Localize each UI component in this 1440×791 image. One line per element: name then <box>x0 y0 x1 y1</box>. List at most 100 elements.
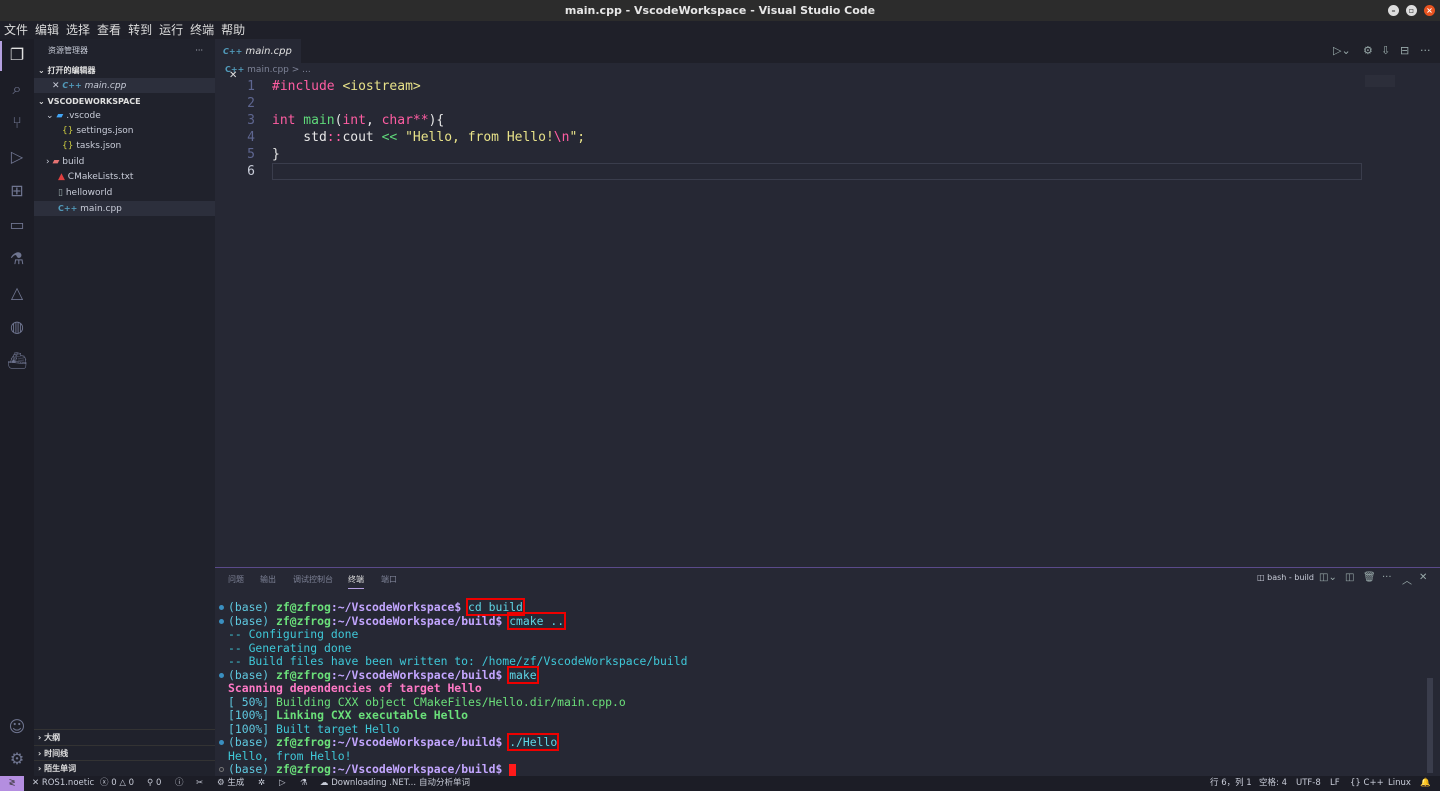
remote-explorer-icon[interactable]: ▭ <box>7 215 27 235</box>
command-decoration-icon[interactable] <box>219 740 224 745</box>
breadcrumb[interactable]: C++ main.cpp > ... <box>225 65 311 75</box>
tree-item-vscode[interactable]: ⌄ ▰ .vscode <box>34 109 215 124</box>
menu-file[interactable]: 文件 <box>4 21 28 39</box>
tab-debug-console[interactable]: 调试控制台 <box>293 574 333 585</box>
line-number: 1 <box>235 79 255 94</box>
minimize-button[interactable]: – <box>1388 5 1399 16</box>
terminal-output[interactable]: (base) zf@zfrog:~/VscodeWorkspace$ cd bu… <box>215 600 1425 775</box>
command-decoration-icon[interactable] <box>219 619 224 624</box>
encoding[interactable]: UTF-8 <box>1296 776 1321 791</box>
tools-icon[interactable]: ✂ <box>196 776 203 791</box>
maximize-button[interactable]: ▫ <box>1406 5 1417 16</box>
menu-go[interactable]: 转到 <box>128 21 152 39</box>
language-mode[interactable]: {} C++ <box>1350 776 1384 791</box>
remote-indicator-icon[interactable]: ≷ <box>0 776 24 791</box>
terminal-line: Scanning dependencies of target Hello <box>228 682 482 696</box>
menu-help[interactable]: 帮助 <box>221 21 245 39</box>
command-decoration-icon[interactable] <box>219 767 224 772</box>
code-line-5[interactable]: } <box>272 147 280 162</box>
more-actions-icon[interactable]: ··· <box>1382 572 1392 583</box>
ros-status[interactable]: ✕ ROS1.noetic <box>32 776 94 791</box>
tab-problems[interactable]: 问题 <box>228 574 244 585</box>
maximize-panel-icon[interactable]: ︿ <box>1402 572 1412 587</box>
problems-status[interactable]: ⓧ 0 △ 0 <box>100 776 134 791</box>
more-actions-icon[interactable]: ··· <box>195 43 203 58</box>
open-editors-section[interactable]: ⌄ 打开的编辑器 <box>34 63 215 78</box>
split-editor-icon[interactable]: ⊟ <box>1400 44 1409 57</box>
menu-bar: 文件 编辑 选择 查看 转到 运行 终端 帮助 <box>0 21 1440 39</box>
tree-item-cmakelists[interactable]: ▲ CMakeLists.txt <box>34 170 215 185</box>
command-decoration-icon[interactable] <box>219 605 224 610</box>
terminal-scrollbar[interactable] <box>1427 678 1433 773</box>
menu-view[interactable]: 查看 <box>97 21 121 39</box>
workspace-section[interactable]: ⌄ VSCODEWORKSPACE <box>34 94 215 109</box>
close-icon[interactable]: ✕ <box>52 81 60 91</box>
tab-output[interactable]: 输出 <box>260 574 276 585</box>
settings-icon[interactable]: ⚙ <box>1363 44 1373 57</box>
trash-icon[interactable]: 🗑 <box>1363 572 1376 583</box>
platform[interactable]: Linux <box>1388 776 1411 791</box>
docker-icon[interactable]: ⛴ <box>7 351 27 371</box>
minimap[interactable] <box>1365 75 1395 87</box>
info-icon[interactable]: ⓘ <box>175 776 184 791</box>
tree-item-build[interactable]: › ▰ build <box>34 155 215 170</box>
search-icon[interactable]: ⌕ <box>7 79 27 99</box>
tab-terminal[interactable]: 终端 <box>348 574 364 589</box>
line-number: 2 <box>235 96 255 111</box>
menu-selection[interactable]: 选择 <box>66 21 90 39</box>
tree-item-helloworld[interactable]: ▯ helloworld <box>34 186 215 201</box>
menu-edit[interactable]: 编辑 <box>35 21 59 39</box>
tree-item-main-cpp[interactable]: C++ main.cpp <box>34 201 215 216</box>
tab-main-cpp[interactable]: C++ main.cpp ✕ <box>215 39 301 63</box>
build-icon[interactable]: ⇩ <box>1381 44 1390 57</box>
tab-ports[interactable]: 端口 <box>381 574 397 585</box>
cmake-icon[interactable]: △ <box>7 283 27 303</box>
highlighted-command: cd build <box>468 600 523 614</box>
debug-icon[interactable]: ✲ <box>258 776 265 791</box>
notifications-bell-icon[interactable]: 🔔 <box>1420 776 1431 791</box>
new-terminal-icon[interactable]: ◫⌄ <box>1319 572 1337 583</box>
outline-section[interactable]: › 大纲 <box>34 729 215 744</box>
cursor-position[interactable]: 行 6，列 1 <box>1210 776 1252 791</box>
command-decoration-icon[interactable] <box>219 673 224 678</box>
terminal-text: [100%] <box>228 722 276 736</box>
tree-item-tasks-json[interactable]: {} tasks.json <box>34 139 215 154</box>
run-debug-icon[interactable]: ▷ <box>7 147 27 167</box>
open-editor-item[interactable]: ✕ C++ main.cpp <box>34 78 215 93</box>
test-icon[interactable]: ⚗ <box>300 776 308 791</box>
source-control-icon[interactable]: ⑂ <box>7 113 27 133</box>
settings-gear-icon[interactable]: ⚙ <box>7 749 27 769</box>
terminal-instance[interactable]: ◫ bash - build <box>1257 573 1314 582</box>
extensions-icon[interactable]: ⊞ <box>7 181 27 201</box>
unknown-words-section[interactable]: › 陌生单词 <box>34 760 215 775</box>
split-terminal-icon[interactable]: ◫ <box>1345 572 1354 583</box>
tree-item-settings-json[interactable]: {} settings.json <box>34 124 215 139</box>
testing-icon[interactable]: ⚗ <box>7 249 27 269</box>
more-actions-icon[interactable]: ··· <box>1420 44 1431 57</box>
eol[interactable]: LF <box>1330 776 1340 791</box>
download-status[interactable]: ☁ Downloading .NET... <box>320 776 416 791</box>
menu-run[interactable]: 运行 <box>159 21 183 39</box>
code-line-4[interactable]: std::cout << "Hello, from Hello!\n"; <box>272 130 585 145</box>
terminal-text: (base) <box>228 762 276 776</box>
ros-icon[interactable]: ◍ <box>7 317 27 337</box>
timeline-section[interactable]: › 时间线 <box>34 745 215 760</box>
indentation[interactable]: 空格: 4 <box>1259 776 1287 791</box>
close-panel-icon[interactable]: ✕ <box>1419 572 1427 583</box>
code-line-1[interactable]: #include <iostream> <box>272 79 421 94</box>
run-icon[interactable]: ▷ <box>279 776 286 791</box>
terminal-text: zf@zfrog <box>276 668 331 682</box>
word-analysis-status[interactable]: 自动分析单词 <box>419 776 470 791</box>
account-icon[interactable]: ☺ <box>7 717 27 737</box>
close-window-button[interactable]: × <box>1424 5 1435 16</box>
code-line-3[interactable]: int main(int, char**){ <box>272 113 444 128</box>
cmake-build-button[interactable]: ⚙ 生成 <box>217 776 244 791</box>
run-code-icon[interactable]: ▷⌄ <box>1333 44 1351 57</box>
menu-terminal[interactable]: 终端 <box>190 21 214 39</box>
terminal-line: (base) zf@zfrog:~/VscodeWorkspace$ cd bu… <box>228 601 523 615</box>
terminal-text: :~/VscodeWorkspace/build$ <box>331 614 509 628</box>
explorer-icon[interactable]: ❐ <box>7 45 27 65</box>
terminal-line: [100%] Linking CXX executable Hello <box>228 709 468 723</box>
line-number: 5 <box>235 147 255 162</box>
ports-status[interactable]: ⚲ 0 <box>147 776 161 791</box>
